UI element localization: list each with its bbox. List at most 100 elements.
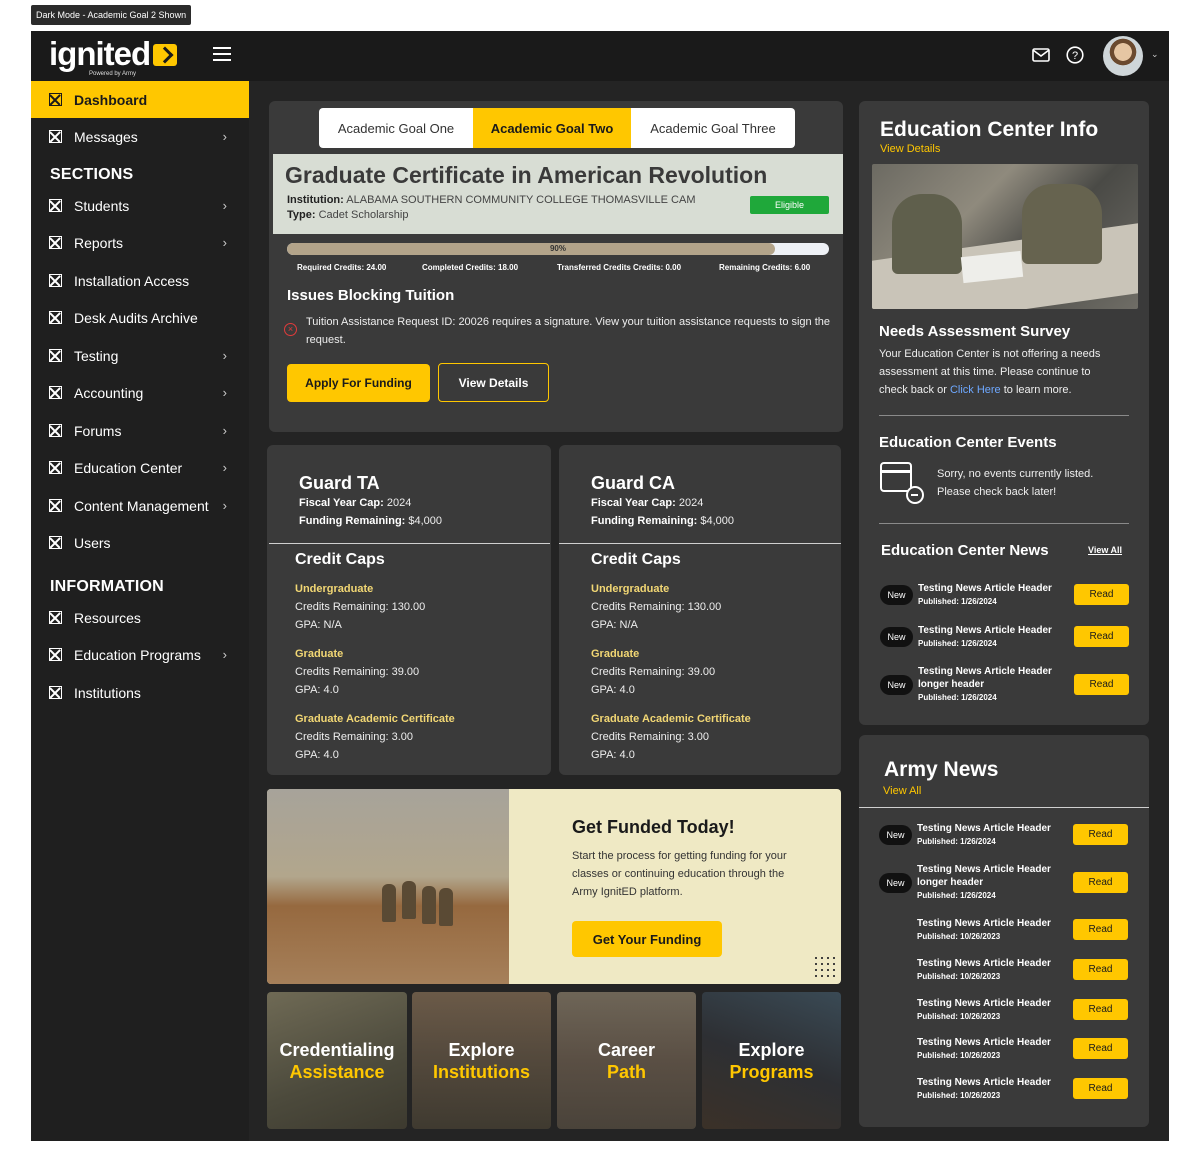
sidebar-section-title: INFORMATION (50, 578, 164, 595)
credit-cap-category: Graduate Academic Certificate (591, 713, 751, 725)
news-item[interactable]: Testing News Article Header longer header… (917, 863, 1051, 902)
square-x-icon (49, 130, 62, 143)
issue-message: Tuition Assistance Request ID: 20026 req… (306, 316, 831, 346)
new-badge: New (879, 873, 912, 893)
chevron-right-icon: › (222, 647, 227, 662)
tile-career-path[interactable]: Career Path (557, 992, 696, 1129)
avatar[interactable] (1103, 36, 1143, 76)
news-item[interactable]: Testing News Article Header Published: 10… (917, 1036, 1051, 1062)
funding-title: Guard CA (591, 473, 676, 493)
education-center-title: Education Center Info (880, 118, 1099, 141)
divider (269, 543, 550, 544)
news-item[interactable]: Testing News Article Header Published: 10… (917, 1076, 1051, 1102)
news-item[interactable]: Testing News Article Header longer header… (918, 665, 1052, 704)
logo[interactable]: ignited Powered by Army (49, 37, 178, 77)
credits-remaining: Credits Remaining: 3.00 (295, 731, 414, 743)
sidebar-item-resources[interactable]: Resources (31, 599, 249, 636)
read-button[interactable]: Read (1073, 1078, 1128, 1099)
tile-credentialing-assistance[interactable]: Credentialing Assistance (267, 992, 407, 1129)
sidebar-item-label: Testing (74, 347, 119, 364)
read-button[interactable]: Read (1073, 999, 1128, 1020)
read-button[interactable]: Read (1073, 872, 1128, 893)
sidebar-item-label: Messages (74, 128, 138, 145)
read-button[interactable]: Read (1073, 824, 1128, 845)
read-button[interactable]: Read (1073, 1038, 1128, 1059)
chevron-down-icon[interactable]: ⌄ (1151, 49, 1159, 60)
issues-title: Issues Blocking Tuition (287, 287, 455, 304)
read-button[interactable]: Read (1073, 959, 1128, 980)
tile-explore-programs[interactable]: Explore Programs (702, 992, 841, 1129)
sidebar-item-education-programs[interactable]: Education Programs › (31, 636, 249, 673)
sidebar-item-installation-access[interactable]: Installation Access (31, 262, 249, 299)
survey-text: Your Education Center is not offering a … (879, 348, 1101, 396)
help-icon[interactable]: ? (1065, 45, 1085, 65)
read-button[interactable]: Read (1074, 626, 1129, 647)
sidebar-item-students[interactable]: Students › (31, 187, 249, 224)
logo-chevron-icon (153, 44, 178, 66)
square-x-icon (49, 611, 62, 624)
credits-remaining: Credits Remaining: 3.00 (591, 731, 710, 743)
sidebar-item-testing[interactable]: Testing › (31, 337, 249, 374)
credit-cap-category: Undergraduate (295, 583, 374, 595)
tab-academic-goal-one[interactable]: Academic Goal One (319, 108, 473, 148)
sidebar-item-label: Institutions (74, 684, 141, 701)
goal-institution: Institution: ALABAMA SOUTHERN COMMUNITY … (287, 194, 696, 206)
chevron-right-icon: › (222, 235, 227, 250)
tile-explore-institutions[interactable]: Explore Institutions (412, 992, 551, 1129)
square-x-icon (49, 424, 62, 437)
completed-credits: Completed Credits: 18.00 (422, 263, 519, 272)
sidebar-item-desk-audits-archive[interactable]: Desk Audits Archive (31, 299, 249, 336)
sidebar-item-dashboard[interactable]: Dashboard (31, 81, 249, 118)
tab-academic-goal-two[interactable]: Academic Goal Two (473, 108, 631, 148)
sidebar-item-forums[interactable]: Forums › (31, 412, 249, 449)
news-item[interactable]: Testing News Article Header Published: 1/… (918, 624, 1052, 650)
sidebar-item-reports[interactable]: Reports › (31, 224, 249, 261)
view-details-link[interactable]: View Details (880, 143, 940, 155)
get-your-funding-button[interactable]: Get Your Funding (572, 921, 722, 957)
sidebar-item-label: Users (74, 534, 111, 551)
news-item[interactable]: Testing News Article Header Published: 10… (917, 957, 1051, 983)
promo-banner: Get Funded Today! Start the process for … (267, 789, 841, 984)
sidebar-item-accounting[interactable]: Accounting › (31, 374, 249, 411)
square-x-icon (49, 93, 62, 106)
gpa: GPA: N/A (295, 619, 342, 631)
sidebar-item-label: Education Programs (74, 646, 201, 663)
survey-title: Needs Assessment Survey (879, 323, 1071, 340)
goal-tabs: Academic Goal One Academic Goal Two Acad… (319, 108, 795, 148)
news-item[interactable]: Testing News Article Header Published: 10… (917, 997, 1051, 1023)
mail-icon[interactable] (1031, 45, 1051, 65)
status-badge: Eligible (750, 196, 829, 214)
read-button[interactable]: Read (1073, 919, 1128, 940)
sidebar-item-content-management[interactable]: Content Management › (31, 487, 249, 524)
sidebar-item-institutions[interactable]: Institutions (31, 674, 249, 711)
sidebar-item-messages[interactable]: Messages › (31, 118, 249, 155)
funding-remaining: Funding Remaining: $4,000 (591, 515, 735, 527)
square-x-icon (49, 536, 62, 549)
divider (559, 543, 841, 544)
read-button[interactable]: Read (1074, 584, 1129, 605)
credits-remaining: Credits Remaining: 130.00 (295, 601, 426, 613)
square-x-icon (49, 499, 62, 512)
apply-for-funding-button[interactable]: Apply For Funding (287, 364, 430, 402)
gpa: GPA: 4.0 (591, 684, 635, 696)
read-button[interactable]: Read (1074, 674, 1129, 695)
news-view-all-link[interactable]: View All (1088, 545, 1122, 555)
credits-remaining: Credits Remaining: 39.00 (295, 666, 420, 678)
news-item[interactable]: Testing News Article Header Published: 1/… (918, 582, 1052, 608)
promo-body: Start the process for getting funding fo… (572, 850, 787, 898)
view-details-button[interactable]: View Details (438, 363, 549, 402)
sidebar-item-label: Content Management (74, 497, 209, 514)
army-news-title: Army News (884, 758, 999, 781)
tab-academic-goal-three[interactable]: Academic Goal Three (631, 108, 795, 148)
news-item[interactable]: Testing News Article Header Published: 10… (917, 917, 1051, 943)
gpa: GPA: N/A (591, 619, 638, 631)
news-item[interactable]: Testing News Article Header Published: 1/… (917, 822, 1051, 848)
chevron-right-icon: › (222, 348, 227, 363)
logo-tagline: Powered by Army (89, 71, 137, 77)
army-news-view-all-link[interactable]: View All (883, 785, 921, 797)
sidebar-item-users[interactable]: Users (31, 524, 249, 561)
hamburger-icon[interactable] (213, 47, 231, 61)
credit-cap-category: Graduate (295, 648, 344, 660)
click-here-link[interactable]: Click Here (950, 384, 1001, 396)
sidebar-item-education-center[interactable]: Education Center › (31, 449, 249, 486)
